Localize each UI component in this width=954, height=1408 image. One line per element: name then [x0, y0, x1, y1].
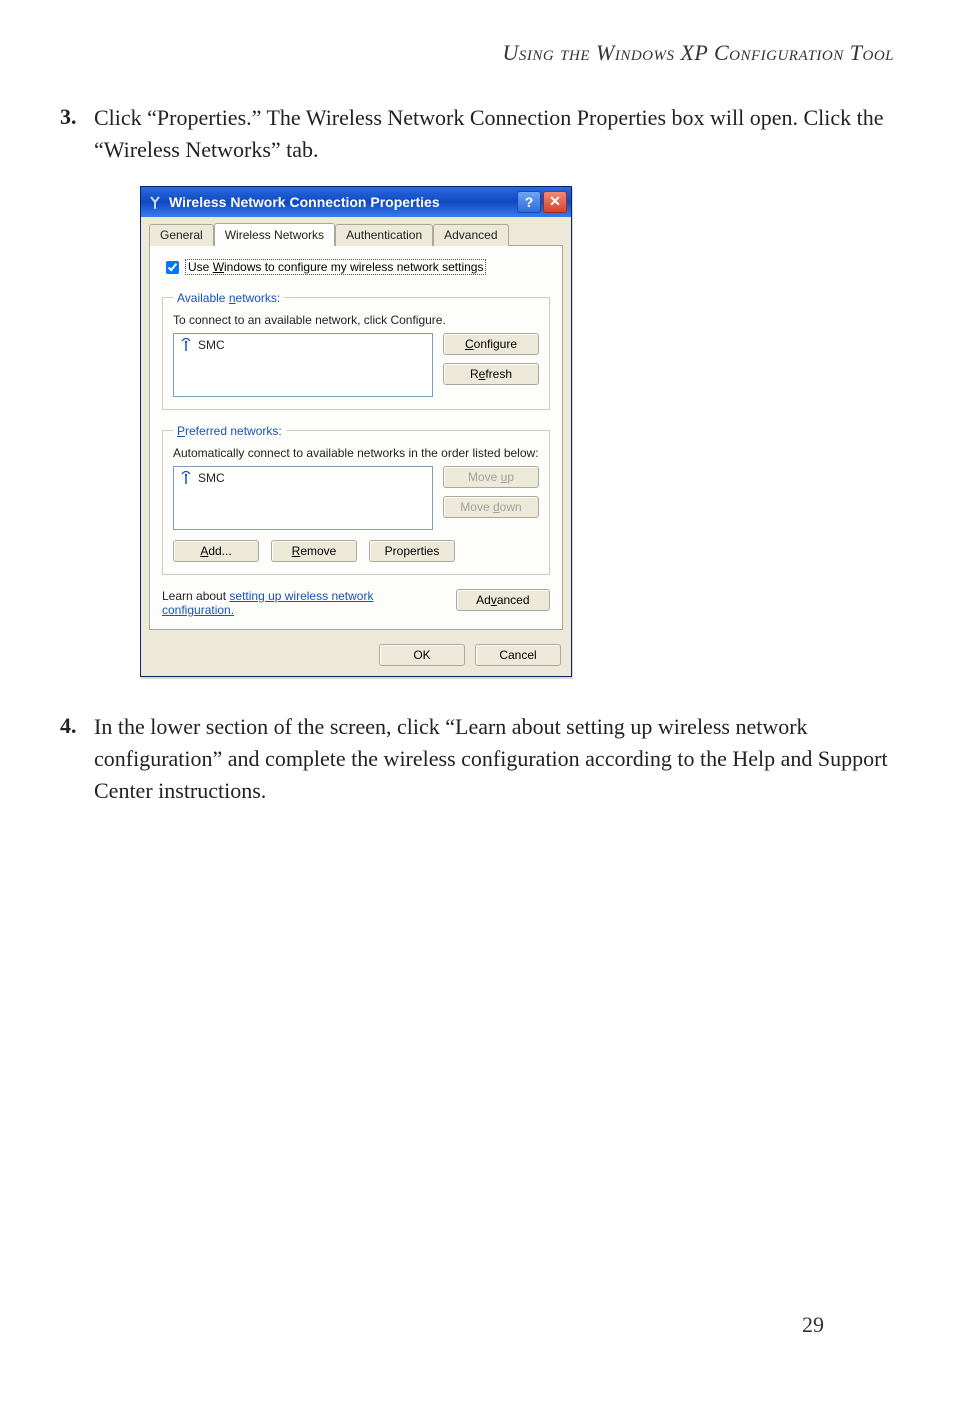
step-text-3: Click “Properties.” The Wireless Network…	[94, 102, 894, 166]
close-button[interactable]: ✕	[543, 191, 567, 213]
tab-wireless-networks[interactable]: Wireless Networks	[214, 223, 335, 245]
step-4: 4. In the lower section of the screen, c…	[60, 711, 894, 807]
properties-button[interactable]: Properties	[369, 540, 455, 562]
header-text: Using the Windows XP Configuration Tool	[502, 40, 894, 65]
dialog-title: Wireless Network Connection Properties	[169, 194, 515, 210]
wireless-icon	[180, 337, 192, 353]
step-3: 3. Click “Properties.” The Wireless Netw…	[60, 102, 894, 166]
refresh-button[interactable]: Refresh	[443, 363, 539, 385]
wireless-icon	[180, 470, 192, 486]
remove-button[interactable]: Remove	[271, 540, 357, 562]
available-item-label: SMC	[198, 338, 225, 352]
move-up-button[interactable]: Move up	[443, 466, 539, 488]
list-item[interactable]: SMC	[176, 469, 430, 487]
help-button[interactable]: ?	[517, 191, 541, 213]
page-section-header: Using the Windows XP Configuration Tool	[60, 40, 894, 66]
available-networks-list[interactable]: SMC	[173, 333, 433, 397]
dialog-titlebar: Wireless Network Connection Properties ?…	[141, 187, 571, 217]
step-text-4: In the lower section of the screen, clic…	[94, 711, 894, 807]
available-hint: To connect to an available network, clic…	[173, 313, 539, 327]
tab-advanced[interactable]: Advanced	[433, 224, 508, 246]
page-number: 29	[802, 1312, 824, 1338]
step-number-3: 3.	[60, 102, 94, 166]
preferred-hint: Automatically connect to available netwo…	[173, 446, 539, 460]
preferred-item-label: SMC	[198, 471, 225, 485]
wireless-titlebar-icon	[147, 194, 163, 210]
tab-authentication[interactable]: Authentication	[335, 224, 433, 246]
list-item[interactable]: SMC	[176, 336, 430, 354]
advanced-button[interactable]: Advanced	[456, 589, 550, 611]
move-down-button[interactable]: Move down	[443, 496, 539, 518]
tab-strip: General Wireless Networks Authentication…	[141, 217, 571, 245]
available-networks-group: Available networks: To connect to an ava…	[162, 291, 550, 410]
step-number-4: 4.	[60, 711, 94, 807]
use-windows-checkbox[interactable]	[166, 261, 179, 274]
use-windows-label: Use Windows to configure my wireless net…	[185, 259, 486, 275]
tab-body-wireless: Use Windows to configure my wireless net…	[149, 245, 563, 630]
wireless-properties-dialog: Wireless Network Connection Properties ?…	[140, 186, 572, 677]
cancel-button[interactable]: Cancel	[475, 644, 561, 666]
tab-general[interactable]: General	[149, 224, 214, 246]
configure-button[interactable]: Configure	[443, 333, 539, 355]
ok-button[interactable]: OK	[379, 644, 465, 666]
preferred-networks-legend: Preferred networks:	[173, 424, 286, 438]
add-button[interactable]: Add...	[173, 540, 259, 562]
learn-about-text: Learn about setting up wireless network …	[162, 589, 444, 617]
preferred-networks-list[interactable]: SMC	[173, 466, 433, 530]
preferred-networks-group: Preferred networks: Automatically connec…	[162, 424, 550, 575]
available-networks-legend: Available networks:	[173, 291, 284, 305]
